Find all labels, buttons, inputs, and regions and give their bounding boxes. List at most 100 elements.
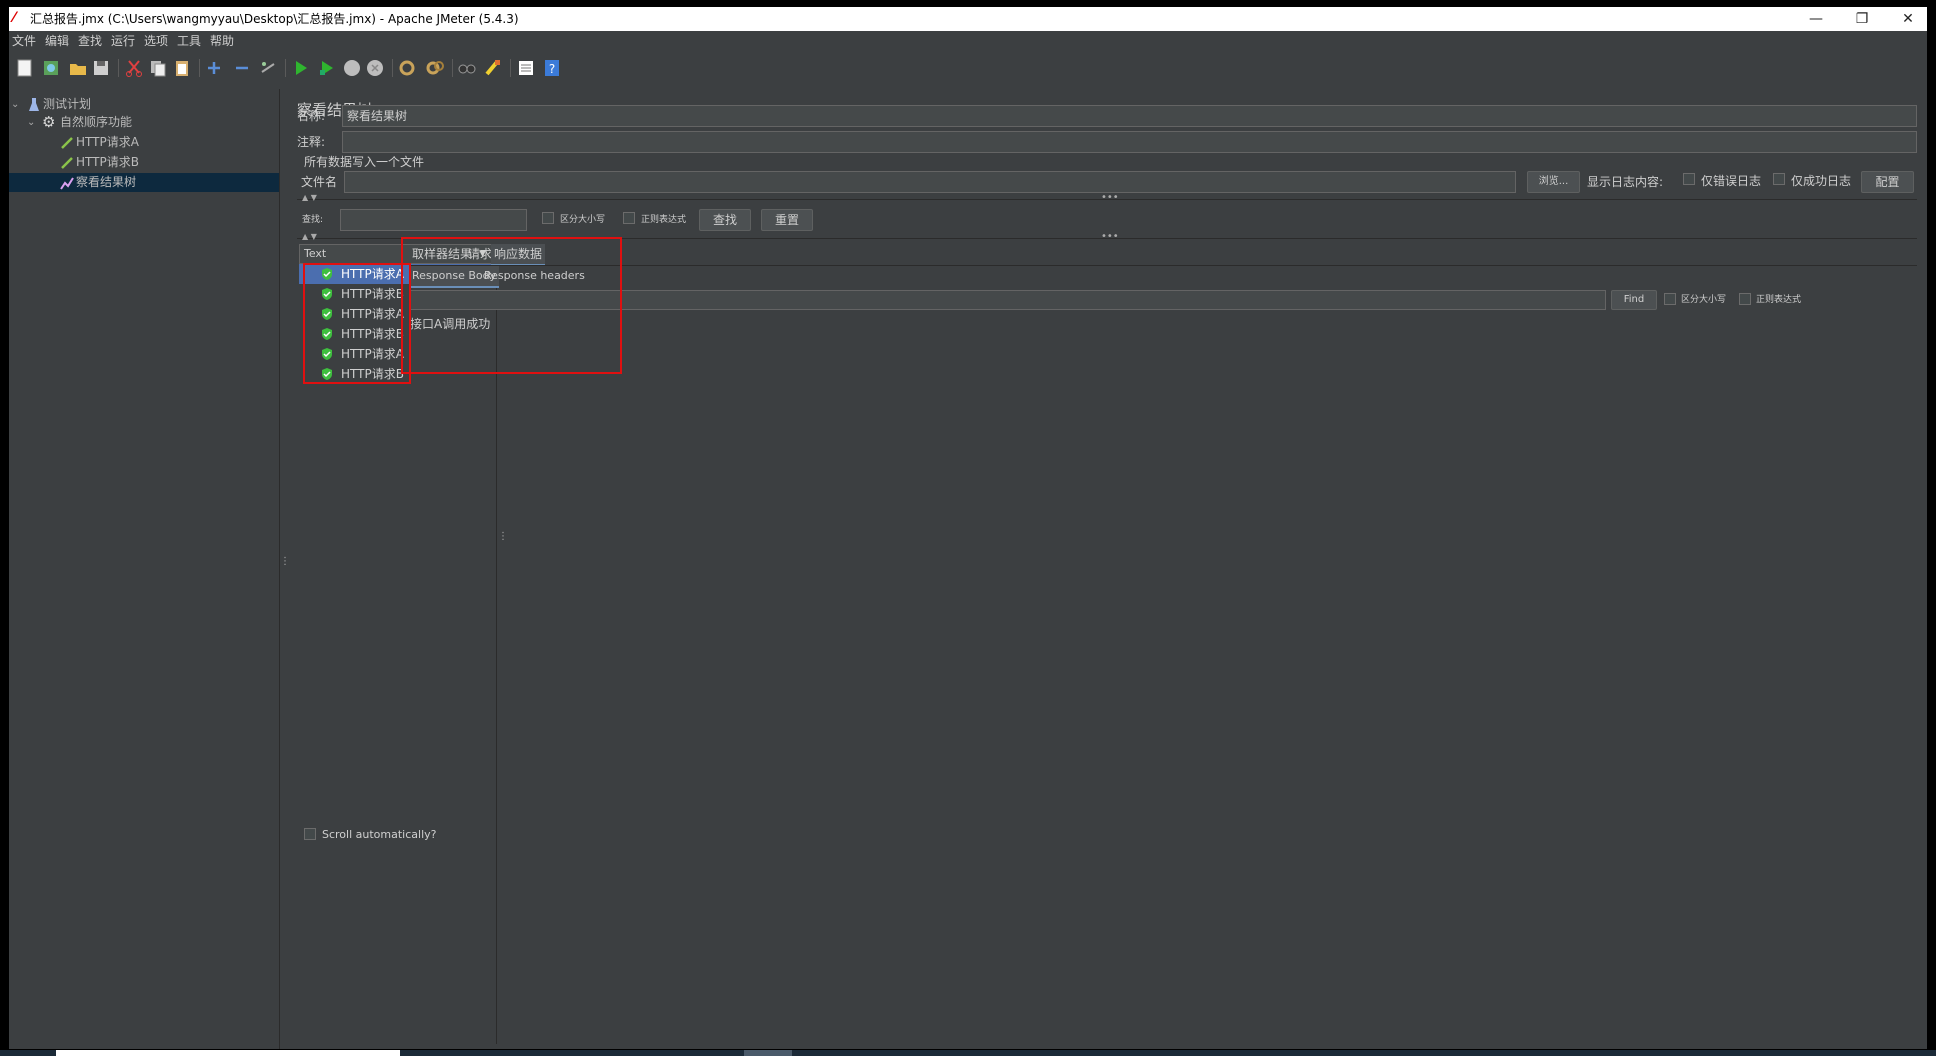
menu-file[interactable]: 文件 (12, 33, 36, 49)
tree-item-label: 自然顺序功能 (60, 115, 133, 129)
configure-button[interactable]: 配置 (1861, 171, 1914, 193)
taskbar-strip (0, 1050, 1936, 1056)
success-only-label: 仅成功日志 (1791, 174, 1852, 188)
toolbar-separator (118, 59, 119, 77)
regex-checkbox[interactable] (623, 212, 635, 224)
splitter-grip-icon[interactable]: ••• (1101, 231, 1119, 242)
window-title: 汇总报告.jmx (C:\Users\wangmyyau\Desktop\汇总报… (30, 12, 519, 26)
expand-icon[interactable] (204, 58, 224, 78)
reset-button[interactable]: 重置 (761, 209, 813, 231)
title-bar: ⁄ 汇总报告.jmx (C:\Users\wangmyyau\Desktop\汇… (9, 7, 1927, 31)
scroll-auto-label: Scroll automatically? (322, 828, 437, 841)
log-display-label: 显示日志内容: (1587, 175, 1664, 189)
response-regex-checkbox[interactable] (1739, 293, 1751, 305)
paste-icon[interactable] (172, 58, 192, 78)
divider (409, 265, 1917, 266)
response-regex-label: 正则表达式 (1756, 295, 1802, 305)
minimize-button[interactable]: — (1793, 7, 1839, 31)
start-icon[interactable] (291, 58, 311, 78)
reset-search-icon[interactable] (483, 58, 503, 78)
menu-bar: 文件 编辑 查找 运行 选项 工具 帮助 (9, 31, 1927, 51)
errors-only-label: 仅错误日志 (1701, 174, 1762, 188)
tree-item-label: 测试计划 (43, 97, 92, 111)
taskbar-item[interactable] (56, 1050, 400, 1056)
toolbar-separator (452, 59, 453, 77)
sampler-icon (61, 157, 73, 169)
tree-item-label: HTTP请求A (76, 135, 139, 149)
toolbar-separator (285, 59, 286, 77)
case-sensitive-checkbox[interactable] (542, 212, 554, 224)
splitter-grip-icon[interactable]: ••• (1101, 192, 1119, 203)
collapse-arrows-icon[interactable]: ▲ ▼ (302, 193, 317, 202)
clear-icon[interactable] (397, 58, 417, 78)
tree-item-view-results-tree[interactable]: 察看结果树 (9, 173, 279, 192)
function-helper-icon[interactable] (516, 58, 536, 78)
errors-only-checkbox[interactable] (1683, 173, 1695, 185)
name-label: 名称: (297, 109, 326, 123)
tree-splitter[interactable]: ⋮ (279, 89, 290, 1049)
response-case-sensitive-checkbox[interactable] (1664, 293, 1676, 305)
menu-search[interactable]: 查找 (78, 33, 102, 49)
renderer-select-value: Text (304, 247, 327, 260)
regex-label: 正则表达式 (641, 215, 687, 225)
file-section-label: 所有数据写入一个文件 (304, 155, 425, 169)
response-case-sensitive-label: 区分大小写 (1681, 295, 1727, 305)
sampler-icon (61, 137, 73, 149)
cut-icon[interactable] (124, 58, 144, 78)
listener-icon (60, 177, 74, 190)
toolbar-separator (199, 59, 200, 77)
comment-input[interactable] (342, 131, 1917, 153)
save-icon[interactable] (91, 58, 111, 78)
start-no-pause-icon[interactable] (317, 58, 337, 78)
stop-icon[interactable] (342, 58, 362, 78)
menu-help[interactable]: 帮助 (210, 33, 234, 49)
annotation-box-results (303, 263, 411, 384)
chevron-down-icon[interactable]: ⌄ (11, 95, 19, 114)
gear-icon: ⚙ (42, 113, 56, 131)
toolbar: ? (9, 51, 1927, 87)
browse-button[interactable]: 浏览... (1527, 171, 1580, 193)
help-icon[interactable]: ? (542, 58, 562, 78)
menu-edit[interactable]: 编辑 (45, 33, 69, 49)
collapse-arrows-icon[interactable]: ▲ ▼ (302, 232, 317, 241)
chevron-down-icon[interactable]: ⌄ (27, 113, 35, 132)
filename-input[interactable] (344, 171, 1516, 193)
scroll-auto-checkbox[interactable] (304, 828, 316, 840)
search-icon[interactable] (457, 58, 477, 78)
case-sensitive-label: 区分大小写 (560, 215, 606, 225)
clear-all-icon[interactable] (425, 58, 445, 78)
collapse-icon[interactable] (232, 58, 252, 78)
splitter-grip-icon: ⋮ (280, 556, 290, 567)
toolbar-separator (392, 59, 393, 77)
test-plan-icon (29, 98, 39, 111)
annotation-box-response (401, 237, 622, 374)
search-input[interactable] (340, 209, 527, 231)
close-button[interactable]: ✕ (1885, 7, 1927, 31)
search-label: 查找: (302, 215, 324, 225)
success-only-checkbox[interactable] (1773, 173, 1785, 185)
svg-text:?: ? (549, 62, 555, 76)
name-input[interactable]: 察看结果树 (342, 105, 1917, 127)
tree-item-label: 察看结果树 (76, 175, 137, 189)
tree-item-label: HTTP请求B (76, 155, 139, 169)
menu-options[interactable]: 选项 (144, 33, 168, 49)
shutdown-icon[interactable] (365, 58, 385, 78)
menu-run[interactable]: 运行 (111, 33, 135, 49)
jmeter-logo-icon: ⁄ (13, 10, 16, 26)
test-plan-tree: ⌄ 测试计划 ⌄ ⚙ 自然顺序功能 HTTP请求A HTTP请求B 察看结果树 (9, 89, 279, 1049)
splitter-grip-icon: ⋮ (498, 531, 508, 542)
comment-label: 注释: (297, 135, 326, 149)
open-icon[interactable] (68, 58, 88, 78)
jmeter-window: ⁄ 汇总报告.jmx (C:\Users\wangmyyau\Desktop\汇… (9, 7, 1927, 1049)
toolbar-separator (510, 59, 511, 77)
templates-icon[interactable] (41, 58, 61, 78)
menu-tools[interactable]: 工具 (177, 33, 201, 49)
copy-icon[interactable] (148, 58, 168, 78)
find-button[interactable]: Find (1611, 290, 1657, 310)
new-icon[interactable] (15, 58, 35, 78)
toggle-icon[interactable] (258, 58, 278, 78)
taskbar-item[interactable] (744, 1050, 792, 1056)
search-button[interactable]: 查找 (699, 209, 751, 231)
filename-label: 文件名 (301, 175, 338, 189)
restore-button[interactable]: ❐ (1839, 7, 1885, 31)
